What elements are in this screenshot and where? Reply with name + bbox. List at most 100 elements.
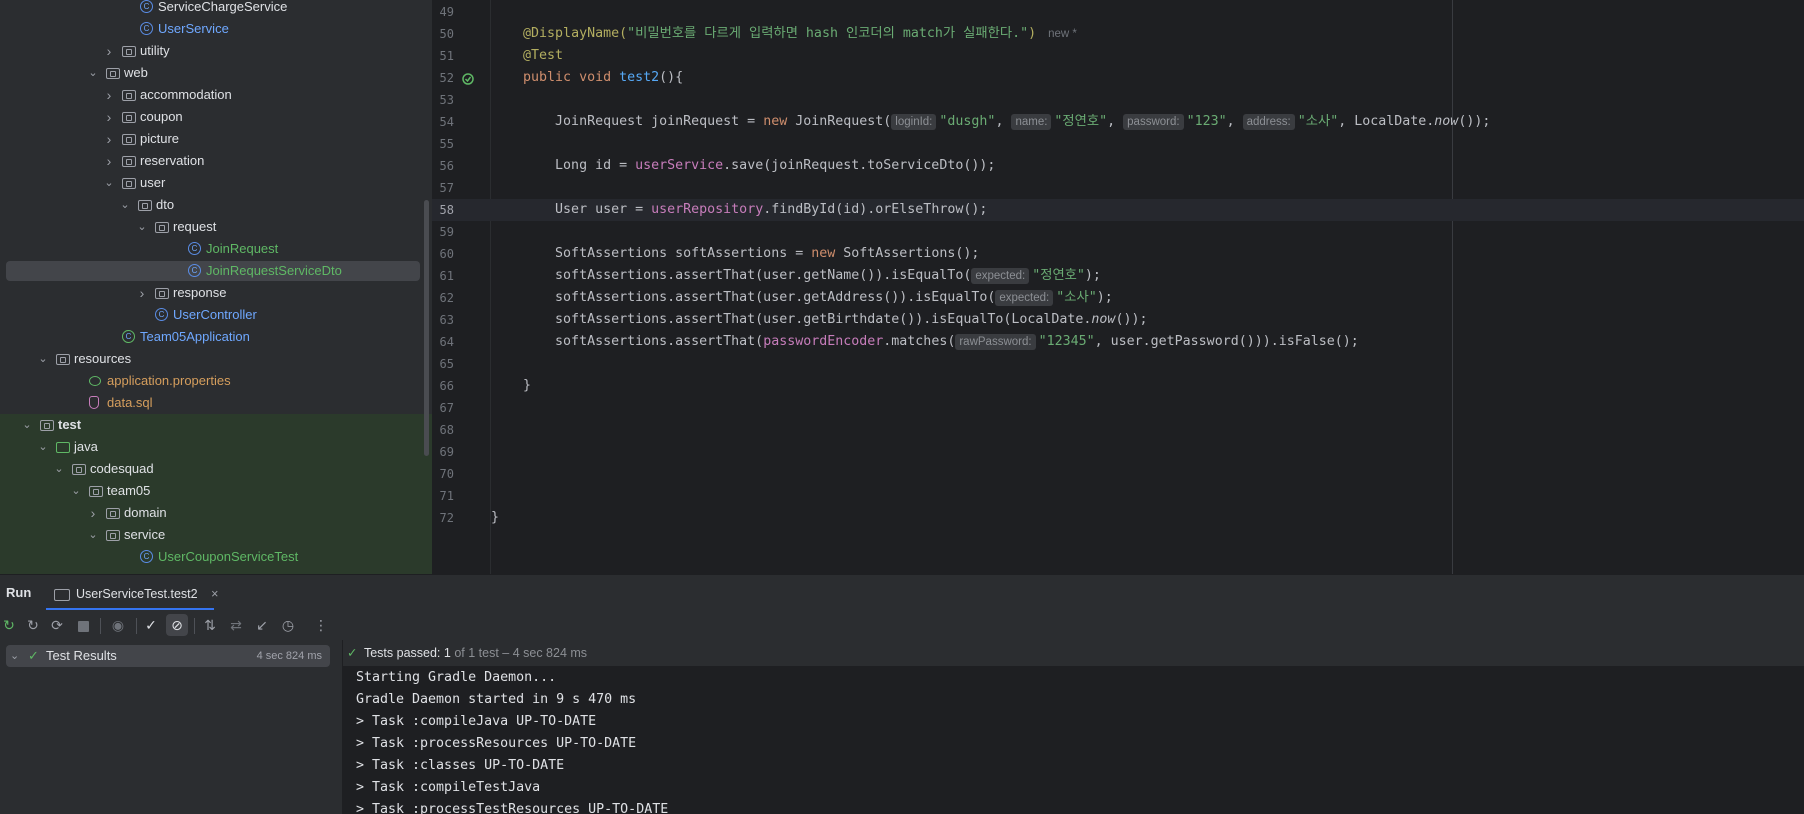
chevron-right-icon[interactable]: ›: [102, 84, 116, 106]
chevron-right-icon[interactable]: ›: [135, 282, 149, 304]
chevron-right-icon[interactable]: ›: [86, 502, 100, 524]
code-line[interactable]: 54 JoinRequest joinRequest = new JoinReq…: [432, 111, 1804, 133]
tree-item[interactable]: ⌄ team05: [0, 480, 432, 502]
tree-item[interactable]: › picture: [0, 128, 432, 150]
tree-item[interactable]: ⌄ service: [0, 524, 432, 546]
close-tab-icon[interactable]: ×: [211, 587, 218, 601]
run-test-gutter-icon[interactable]: [462, 71, 476, 85]
rerun-icon[interactable]: ↻: [0, 614, 20, 636]
static-method: now: [1091, 312, 1116, 327]
code-line[interactable]: 70: [432, 463, 1804, 485]
toggle-auto-test-icon[interactable]: ⟳: [46, 614, 68, 636]
tree-item[interactable]: › utility: [0, 40, 432, 62]
tree-item[interactable]: ⌄ request: [0, 216, 432, 238]
show-ignored-icon[interactable]: ◉: [107, 614, 129, 636]
code-line[interactable]: 68: [432, 419, 1804, 441]
history-icon[interactable]: ◷: [277, 614, 299, 636]
chevron-right-icon[interactable]: ›: [102, 150, 116, 172]
code-line[interactable]: 64 softAssertions.assertThat(passwordEnc…: [432, 331, 1804, 353]
tree-item[interactable]: C UserController: [0, 304, 432, 326]
console-output[interactable]: ✓ Tests passed: 1 of 1 test – 4 sec 824 …: [343, 640, 1804, 814]
code-line[interactable]: 49: [432, 1, 1804, 23]
code-line[interactable]: 51 @Test: [432, 45, 1804, 67]
chevron-down-icon[interactable]: ⌄: [86, 524, 100, 546]
tree-item[interactable]: C UserCouponServiceTest: [0, 546, 432, 568]
code-line[interactable]: 57: [432, 177, 1804, 199]
class-icon: C: [140, 0, 153, 13]
test-results-row[interactable]: ⌄ ✓ Test Results 4 sec 824 ms: [6, 645, 330, 667]
tree-item[interactable]: ⌄ dto: [0, 194, 432, 216]
chevron-down-icon[interactable]: ⌄: [86, 62, 100, 84]
code-token: SoftAssertions();: [835, 246, 980, 261]
parameter-hint: loginId:: [891, 114, 937, 130]
code-line[interactable]: 55: [432, 133, 1804, 155]
tree-item[interactable]: ⌄ resources: [0, 348, 432, 370]
tree-item[interactable]: application.properties: [0, 370, 432, 392]
code-line[interactable]: 61 softAssertions.assertThat(user.getNam…: [432, 265, 1804, 287]
code-line[interactable]: 50 @DisplayName("비밀번호를 다르게 입력하면 hash 인코더…: [432, 23, 1804, 45]
show-ignored-tests-icon[interactable]: ⊘: [166, 614, 188, 636]
tree-item[interactable]: C JoinRequestServiceDto: [0, 260, 432, 282]
tree-item[interactable]: ⌄ codesquad: [0, 458, 432, 480]
code-line[interactable]: 52 public void test2(){: [432, 67, 1804, 89]
tree-item[interactable]: ⌄ test: [0, 414, 432, 436]
chevron-down-icon[interactable]: ⌄: [20, 414, 34, 436]
chevron-down-icon[interactable]: ⌄: [135, 216, 149, 238]
chevron-down-icon[interactable]: ⌄: [36, 348, 50, 370]
code-line[interactable]: 59: [432, 221, 1804, 243]
tree-item[interactable]: C ServiceChargeService: [0, 0, 432, 18]
package-icon: [122, 46, 136, 57]
code-editor[interactable]: 49 50 @DisplayName("비밀번호를 다르게 입력하면 hash 인…: [432, 0, 1804, 574]
chevron-down-icon[interactable]: ⌄: [52, 458, 66, 480]
chevron-down-icon[interactable]: ⌄: [36, 436, 50, 458]
rerun-failed-icon[interactable]: ↻: [22, 614, 44, 636]
code-line[interactable]: 53: [432, 89, 1804, 111]
run-tab[interactable]: UserServiceTest.test2 ×: [46, 579, 226, 609]
code-line[interactable]: 69: [432, 441, 1804, 463]
chevron-down-icon[interactable]: ⌄: [118, 194, 132, 216]
tree-item[interactable]: › reservation: [0, 150, 432, 172]
tree-item[interactable]: ⌄ web: [0, 62, 432, 84]
code-line[interactable]: 71: [432, 485, 1804, 507]
tree-item[interactable]: › accommodation: [0, 84, 432, 106]
show-passed-icon[interactable]: ✓: [140, 614, 162, 636]
chevron-down-icon[interactable]: ⌄: [69, 480, 83, 502]
sort-icon[interactable]: ⇅: [199, 614, 221, 636]
class-icon: C: [188, 264, 201, 277]
tree-item[interactable]: ⌄ user: [0, 172, 432, 194]
code-line[interactable]: 67: [432, 397, 1804, 419]
chevron-down-icon[interactable]: ⌄: [10, 645, 19, 667]
tree-scrollbar[interactable]: [424, 200, 429, 456]
code-line[interactable]: 66 }: [432, 375, 1804, 397]
tree-item[interactable]: data.sql: [0, 392, 432, 414]
tree-item-label: request: [173, 219, 217, 234]
code-line[interactable]: 62 softAssertions.assertThat(user.getAdd…: [432, 287, 1804, 309]
stop-icon[interactable]: [72, 614, 94, 636]
chevron-right-icon[interactable]: ›: [102, 128, 116, 150]
chevron-right-icon[interactable]: ›: [102, 106, 116, 128]
chevron-right-icon[interactable]: ›: [102, 40, 116, 62]
chevron-down-icon[interactable]: ⌄: [102, 172, 116, 194]
export-tests-icon[interactable]: ↙: [251, 614, 273, 636]
code-line[interactable]: 63 softAssertions.assertThat(user.getBir…: [432, 309, 1804, 331]
tree-item[interactable]: C JoinRequest: [0, 238, 432, 260]
tree-item[interactable]: C UserService: [0, 18, 432, 40]
tree-item-label: UserController: [173, 307, 257, 322]
code-line[interactable]: 56 Long id = userService.save(joinReques…: [432, 155, 1804, 177]
more-icon[interactable]: ⋮: [310, 614, 332, 636]
code-line[interactable]: 65: [432, 353, 1804, 375]
import-tests-icon[interactable]: ⇄: [225, 614, 247, 636]
tree-item[interactable]: ⌄ java: [0, 436, 432, 458]
tree-item[interactable]: › domain: [0, 502, 432, 524]
tree-item[interactable]: › coupon: [0, 106, 432, 128]
code-line[interactable]: 60 SoftAssertions softAssertions = new S…: [432, 243, 1804, 265]
class-icon: C: [188, 242, 201, 255]
line-number: 72: [439, 511, 454, 525]
tree-item[interactable]: C Team05Application: [0, 326, 432, 348]
line-number: 63: [439, 313, 454, 327]
code-line[interactable]: 58 User user = userRepository.findById(i…: [432, 199, 1804, 221]
package-icon: [155, 288, 169, 299]
tree-item[interactable]: › response: [0, 282, 432, 304]
code-line[interactable]: 72}: [432, 507, 1804, 529]
